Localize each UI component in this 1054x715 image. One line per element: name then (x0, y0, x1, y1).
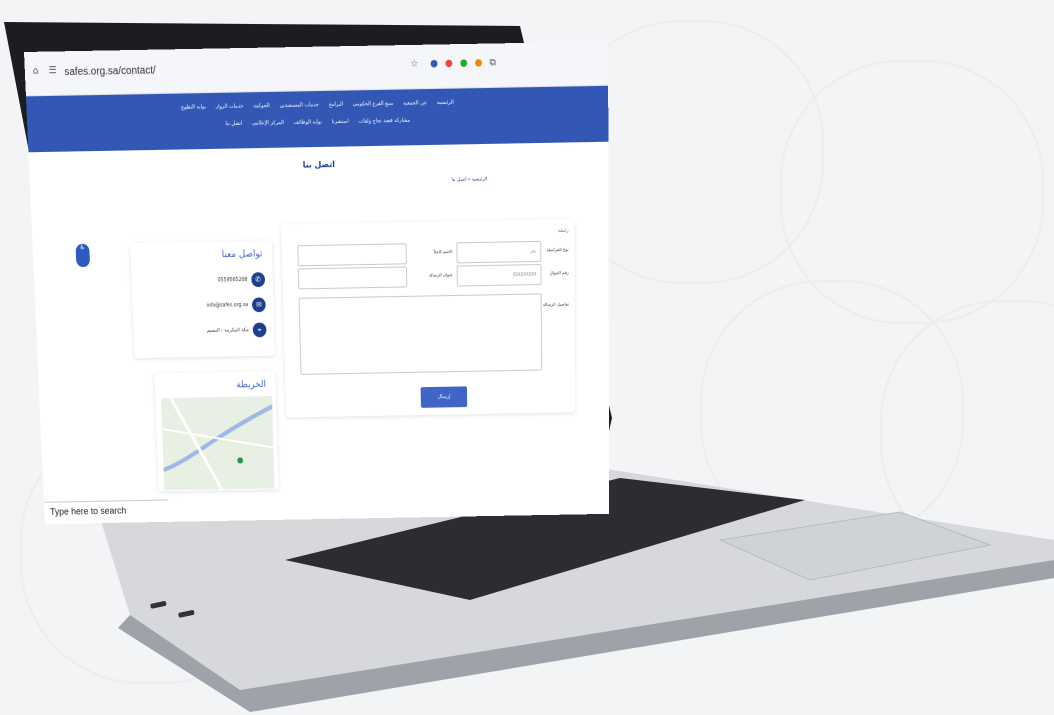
subject-label: عنوان الرسالة (428, 271, 453, 278)
nav-item[interactable]: بوابة الوظائف (294, 119, 322, 126)
email-icon: ✉ (251, 297, 266, 313)
phone-value: 0559565208 (217, 277, 248, 284)
location-pin-icon: ⌖ (252, 322, 267, 338)
taskbar-search-placeholder: Type here to search (49, 505, 127, 517)
taskbar-search[interactable]: Type here to search (34, 499, 170, 525)
subject-input[interactable] (297, 266, 408, 290)
phone-input[interactable]: 05XXXXXXX (456, 263, 542, 287)
page-title: اتصل بنا (302, 159, 336, 170)
extension-icon[interactable]: ● (430, 59, 438, 70)
nav-item[interactable]: المركز الإعلامي (252, 120, 284, 127)
map-heading: الخريطة (236, 379, 267, 391)
nav-item[interactable]: عن الجمعية (403, 100, 427, 107)
name-label: الاسم كاملاً (433, 248, 453, 255)
contact-form-card: راسلنا نوع المراسلة عام الاسم كاملاً رقم… (281, 219, 576, 418)
address-row: ⌖ مكة المكرمة - النسيم (207, 322, 267, 338)
nav-item[interactable]: الرئيسية (437, 99, 454, 106)
embedded-map[interactable] (161, 396, 275, 491)
site-settings-icon[interactable]: ☰ (48, 66, 56, 77)
laptop-screen: ⌂ ☰ safes.org.sa/contact/ ☆ ● ● ● ● ⧉ ال… (24, 41, 610, 525)
nav-item[interactable]: اتصل بنا (225, 120, 242, 127)
nav-item[interactable]: مشاركة قصة نجاح ولقات (358, 117, 410, 124)
main-navigation: الرئيسية عن الجمعية منبع الفرع الحكومي البر… (25, 85, 609, 153)
extension-icon[interactable]: ● (460, 58, 468, 69)
breadcrumb[interactable]: الرئيسية » اتصل بنا (452, 177, 488, 183)
send-button[interactable]: إرسال (420, 386, 468, 408)
nav-item[interactable]: خدمات المستفيدين (280, 102, 319, 109)
nav-item[interactable]: الحوكمة (253, 103, 270, 110)
phone-icon: ✆ (251, 272, 266, 288)
nav-item[interactable]: البرامج (329, 101, 343, 108)
type-select[interactable]: عام (456, 240, 542, 264)
type-label: نوع المراسلة (546, 246, 569, 253)
map-pin[interactable] (237, 457, 244, 464)
details-label: تفاصيل الرسالة (542, 301, 569, 307)
accessibility-toggle[interactable]: ♿ (75, 243, 91, 268)
contact-heading: تواصل معنا (221, 249, 263, 261)
extensions-puzzle-icon[interactable]: ⧉ (489, 58, 495, 69)
phone-label: رقم الجوال (549, 269, 569, 276)
name-input[interactable] (297, 243, 407, 267)
address-value: مكة المكرمة - النسيم (206, 327, 249, 334)
map-roads (161, 396, 275, 490)
details-textarea[interactable] (298, 293, 543, 375)
email-value: info@safes.org.sa (206, 302, 249, 309)
extension-icon[interactable]: ● (475, 58, 483, 69)
map-card: الخريطة (154, 371, 279, 492)
nav-item[interactable]: بوابة التطوع (181, 104, 206, 111)
email-row[interactable]: ✉ info@safes.org.sa (206, 297, 266, 313)
extension-icon[interactable]: ● (445, 58, 453, 69)
nav-item[interactable]: منبع الفرع الحكومي (353, 100, 394, 107)
nav-item[interactable]: استشرنا (332, 119, 349, 126)
bookmark-star-icon[interactable]: ☆ (410, 59, 418, 70)
home-icon[interactable]: ⌂ (33, 66, 39, 77)
contact-info-card: تواصل معنا ✆ 0559565208 ✉ info@safes.org.s… (130, 240, 275, 359)
nav-item[interactable]: خدمات الزوار (216, 103, 244, 110)
address-bar[interactable]: safes.org.sa/contact/ (64, 65, 156, 79)
form-heading: راسلنا (558, 227, 569, 234)
phone-row[interactable]: ✆ 0559565208 (218, 272, 266, 288)
